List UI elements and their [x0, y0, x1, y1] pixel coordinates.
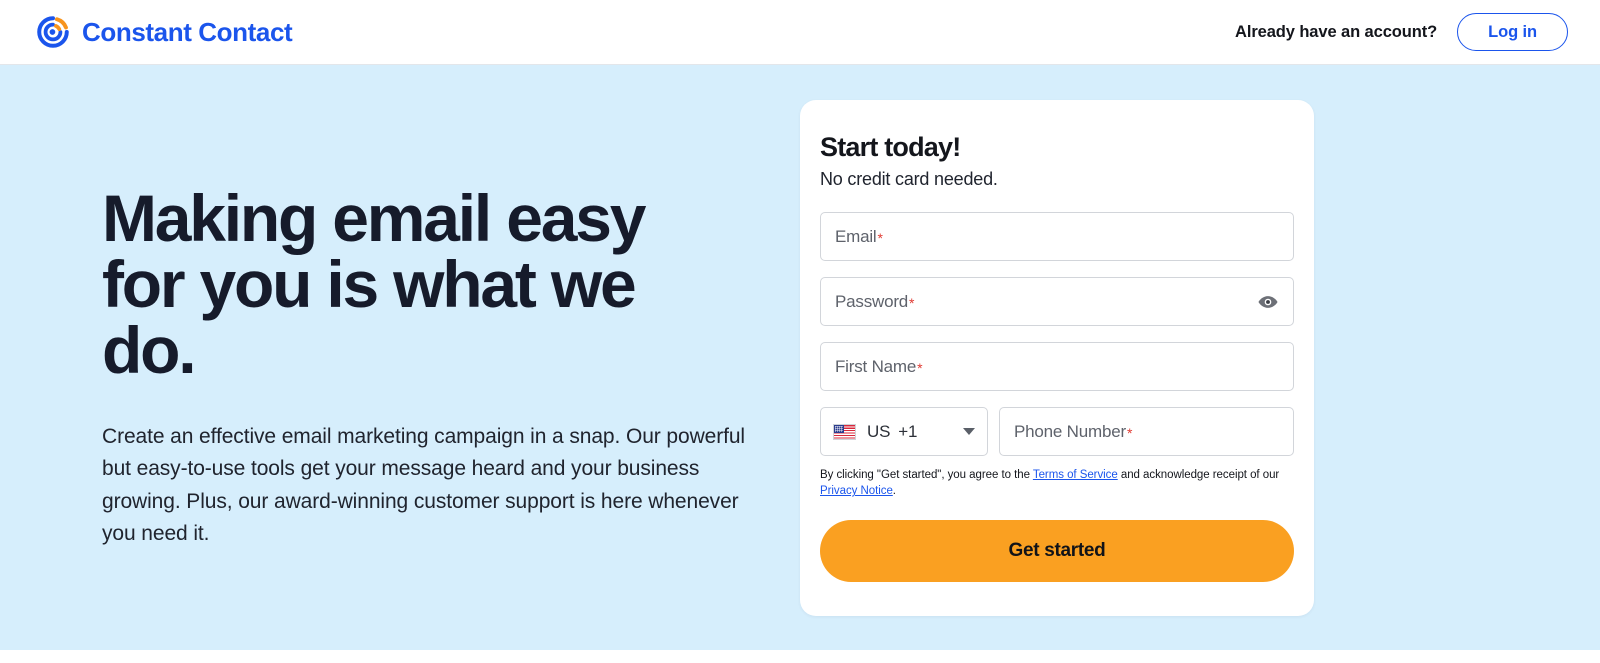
hero-description: Create an effective email marketing camp…: [102, 425, 745, 545]
phone-required-marker: *: [1126, 424, 1133, 441]
first-name-required-marker: *: [917, 359, 923, 376]
signup-card-wrapper: Start today! No credit card needed. Emai…: [800, 65, 1600, 616]
terms-of-service-link[interactable]: Terms of Service: [1033, 469, 1118, 481]
email-field[interactable]: Email *: [820, 212, 1294, 261]
chevron-down-icon: [963, 428, 975, 435]
signup-subtitle: No credit card needed.: [820, 169, 998, 189]
password-field[interactable]: Password *: [820, 277, 1294, 326]
signup-form: Email * Password * First Name * US +1 Ph…: [820, 212, 1294, 582]
login-button[interactable]: Log in: [1457, 12, 1568, 52]
brand-name: Constant Contact: [82, 16, 293, 47]
constant-contact-logo-icon: [37, 16, 69, 48]
country-code-select[interactable]: US +1: [820, 407, 988, 456]
password-required-marker: *: [909, 294, 915, 311]
hero-copy: Making email easy for you is what we do.…: [0, 65, 800, 550]
signup-page: Constant Contact Already have an account…: [0, 0, 1600, 663]
legal-prefix: By clicking "Get started", you agree to …: [820, 469, 1033, 481]
page-title: Making email easy for you is what we do.: [102, 181, 646, 387]
first-name-field[interactable]: First Name *: [820, 342, 1294, 391]
country-code-text: US: [867, 421, 891, 441]
account-prompt-text: Already have an account?: [1235, 22, 1438, 41]
brand-logo[interactable]: Constant Contact: [34, 13, 293, 51]
country-dial-code: +1: [898, 421, 918, 441]
privacy-notice-link[interactable]: Privacy Notice: [820, 485, 893, 497]
phone-row: US +1 Phone Number *: [820, 407, 1294, 456]
bottom-strip: [0, 650, 1600, 663]
us-flag-icon: [833, 423, 856, 440]
phone-number-field-label: Phone Number: [1014, 421, 1126, 441]
phone-number-field[interactable]: Phone Number *: [999, 407, 1294, 456]
get-started-button[interactable]: Get started: [820, 519, 1294, 582]
signup-card: Start today! No credit card needed. Emai…: [800, 100, 1314, 616]
signup-title: Start today!: [820, 132, 961, 162]
country-code-label: US +1: [867, 422, 917, 442]
legal-disclaimer: By clicking "Get started", you agree to …: [820, 467, 1294, 500]
header-actions: Already have an account? Log in: [1235, 12, 1568, 52]
legal-middle: and acknowledge receipt of our: [1117, 469, 1280, 481]
hero-section: Making email easy for you is what we do.…: [0, 65, 1600, 650]
legal-suffix: .: [892, 485, 896, 498]
email-field-label: Email: [835, 226, 877, 246]
first-name-field-label: First Name: [835, 356, 917, 376]
site-header: Constant Contact Already have an account…: [0, 0, 1600, 65]
eye-icon[interactable]: [1257, 291, 1279, 313]
email-required-marker: *: [877, 229, 883, 246]
password-field-label: Password: [835, 291, 909, 311]
